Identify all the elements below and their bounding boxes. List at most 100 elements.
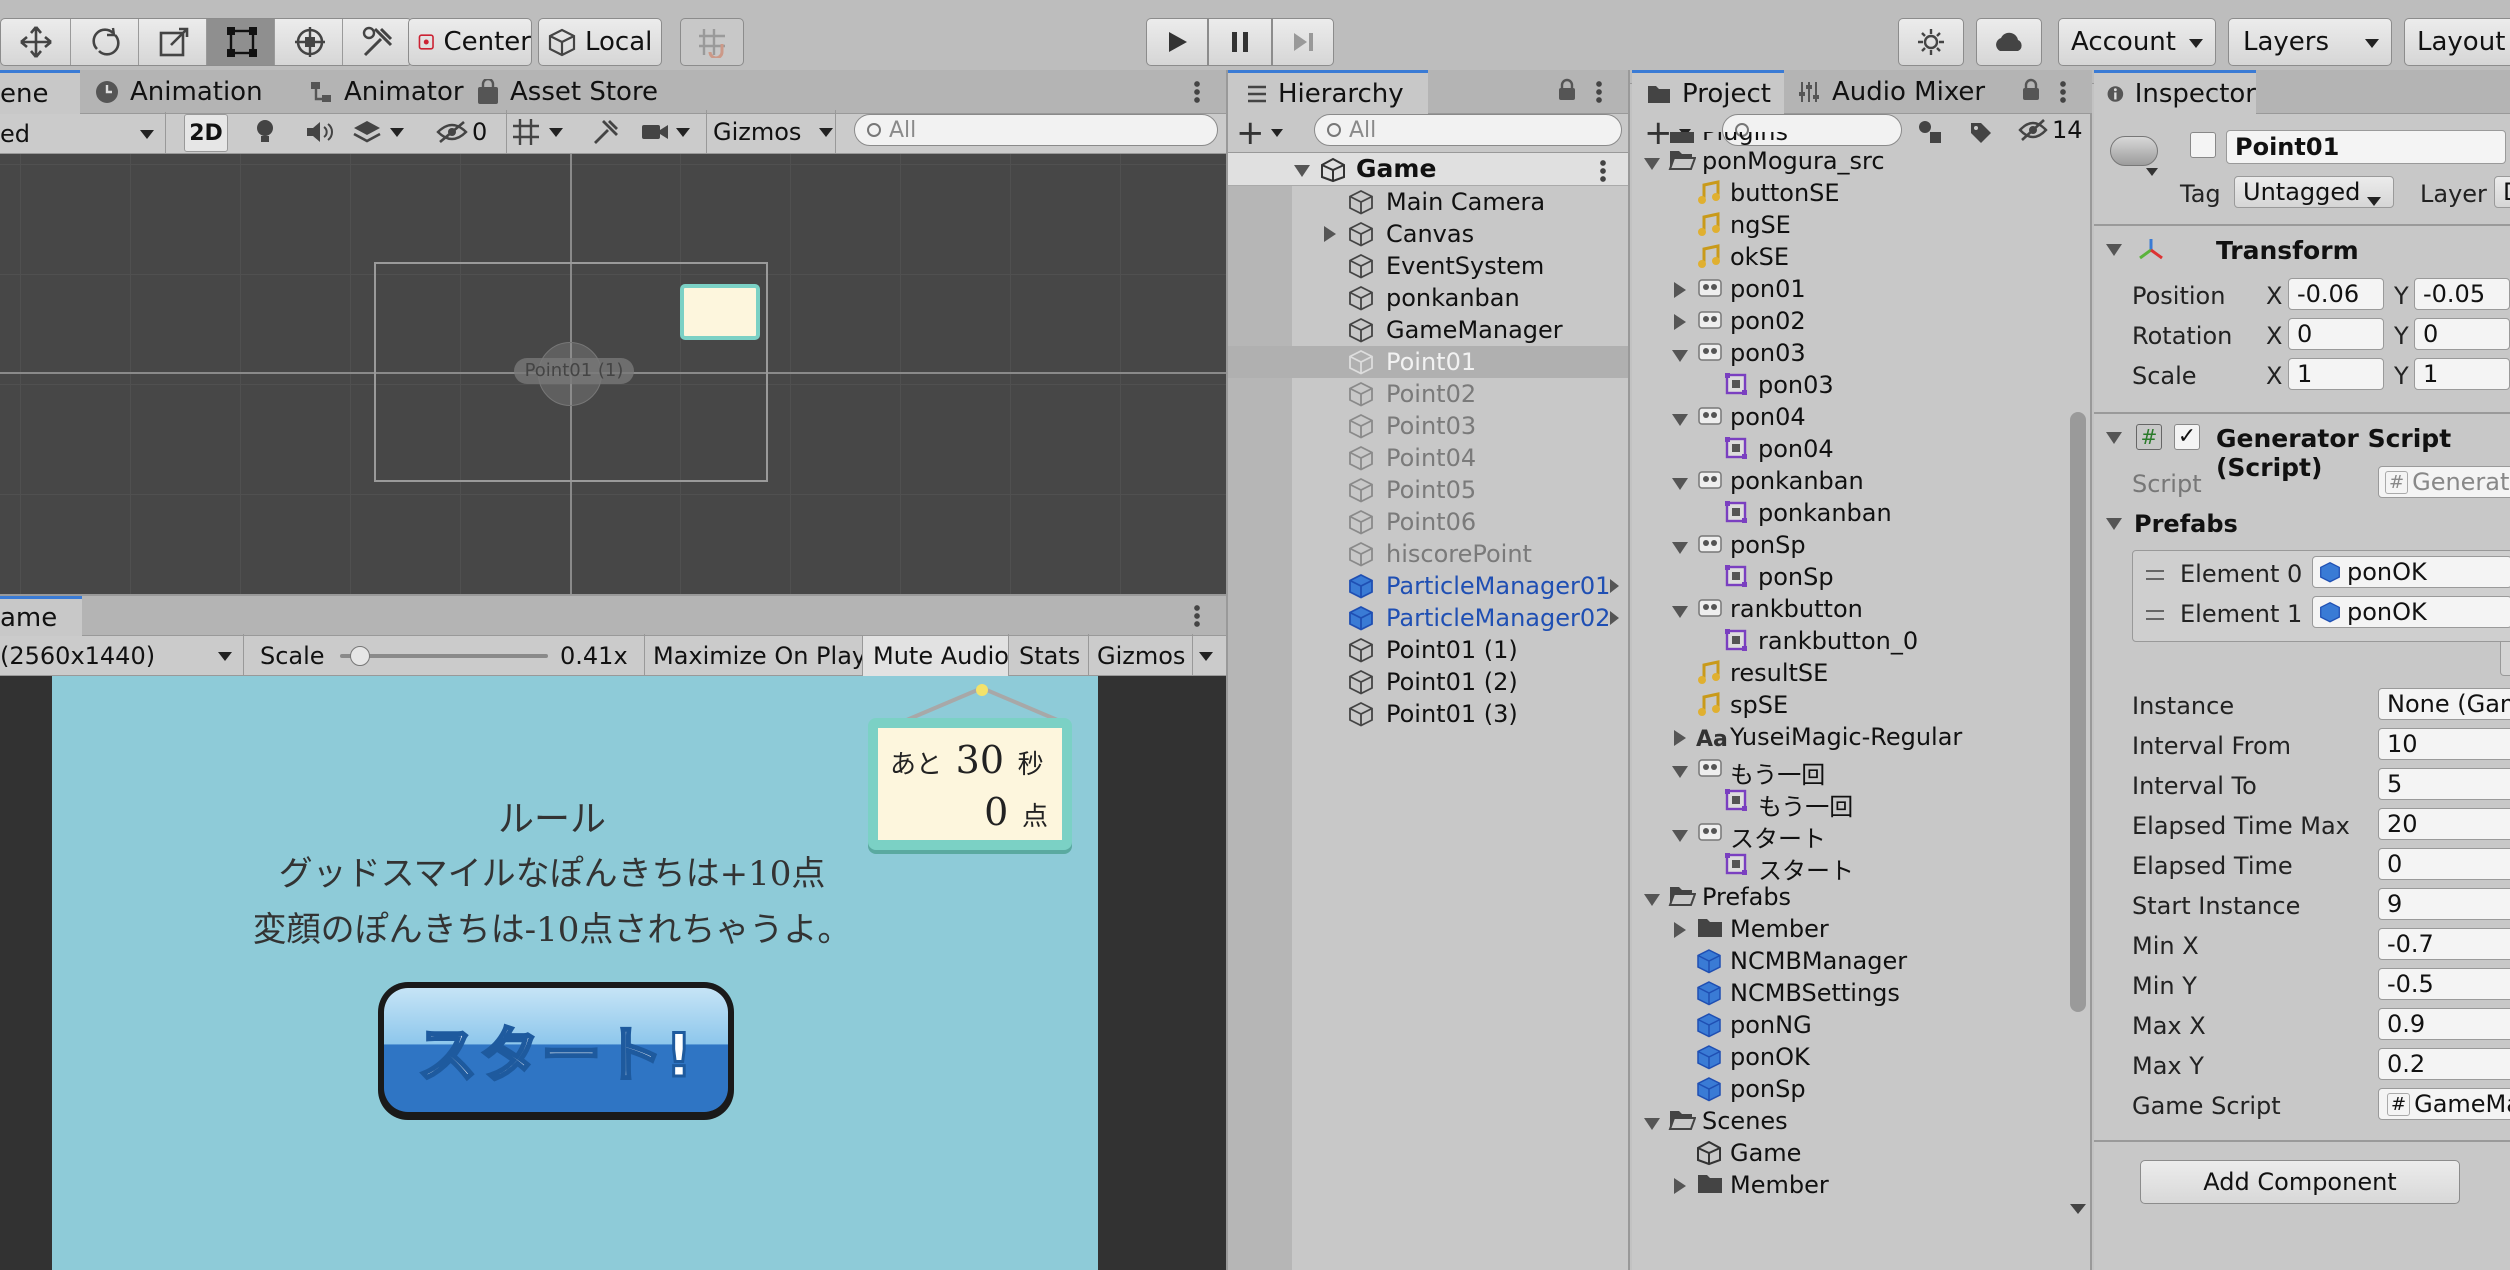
project-item[interactable]: ponkanban <box>1640 498 2064 530</box>
drag-handle-icon[interactable] <box>2146 570 2164 580</box>
chevron-down-icon[interactable] <box>1672 350 1688 362</box>
hierarchy-item[interactable]: Point01 <box>1228 346 1628 378</box>
script-field-value[interactable]: #GameMa <box>2378 1088 2510 1120</box>
project-item[interactable]: spSE <box>1640 690 2064 722</box>
effects-toggle[interactable] <box>352 110 408 154</box>
chevron-down-icon[interactable] <box>1644 1118 1660 1130</box>
project-menu-icon[interactable] <box>2060 80 2066 104</box>
scene-search-input[interactable]: All <box>854 114 1218 146</box>
drag-handle-icon[interactable] <box>2146 610 2164 620</box>
audio-toggle[interactable] <box>304 110 338 154</box>
hierarchy-add-button[interactable]: + <box>1236 116 1290 150</box>
project-item[interactable]: NCMBSettings <box>1640 978 2064 1010</box>
chevron-down-icon[interactable] <box>1644 894 1660 906</box>
tab-asset-store[interactable]: Asset Store <box>476 72 658 112</box>
pivot-center-button[interactable]: Center <box>408 18 532 66</box>
script-field-value[interactable]: 0 <box>2378 848 2510 880</box>
layout-dropdown[interactable]: Layout <box>2404 18 2510 66</box>
hierarchy-item[interactable]: Point01 (2) <box>1292 666 1628 698</box>
project-scrollbar-thumb[interactable] <box>2070 412 2086 1012</box>
scene-tools-button[interactable] <box>592 110 626 154</box>
tab-hierarchy[interactable]: Hierarchy <box>1228 70 1428 114</box>
pause-button[interactable] <box>1208 18 1272 66</box>
project-item[interactable]: okSE <box>1640 242 2064 274</box>
element-object-field[interactable]: ponOK <box>2312 596 2510 628</box>
hierarchy-item[interactable]: Main Camera <box>1292 186 1628 218</box>
rotate-tool-button[interactable] <box>71 19 139 65</box>
services-button[interactable] <box>1898 18 1964 66</box>
project-item[interactable]: NCMBManager <box>1640 946 2064 978</box>
project-item[interactable]: Prefabs <box>1640 882 2064 914</box>
shading-mode-dropdown[interactable]: ed <box>0 112 166 156</box>
hierarchy-item[interactable]: hiscorePoint <box>1292 538 1628 570</box>
transform-y-field[interactable]: -0.05 <box>2414 278 2510 310</box>
transform-x-field[interactable]: 0 <box>2288 318 2384 350</box>
project-item[interactable]: ponSp <box>1640 562 2064 594</box>
list-footer-button[interactable] <box>2500 642 2510 676</box>
rect-tool-button[interactable] <box>207 19 275 65</box>
chevron-right-icon[interactable] <box>1324 226 1336 242</box>
tab-scene[interactable]: ene <box>0 70 80 114</box>
transform-tool-button[interactable] <box>275 19 343 65</box>
pivot-local-button[interactable]: Local <box>538 18 662 66</box>
chevron-down-icon[interactable] <box>1672 830 1688 842</box>
play-button[interactable] <box>1146 18 1208 66</box>
project-item[interactable]: ngSE <box>1640 210 2064 242</box>
kanban-sprite[interactable] <box>680 284 760 340</box>
script-field-value[interactable]: 10 <box>2378 728 2510 760</box>
project-item[interactable]: ponNG <box>1640 1010 2064 1042</box>
hierarchy-search-input[interactable]: All <box>1314 114 1622 146</box>
chevron-down-icon[interactable] <box>1672 542 1688 554</box>
chevron-down-icon[interactable] <box>2106 432 2122 444</box>
scale-slider-track[interactable] <box>340 646 548 666</box>
project-item[interactable]: ponSp <box>1640 530 2064 562</box>
camera-dropdown[interactable] <box>640 110 702 154</box>
layer-dropdown[interactable]: D <box>2494 176 2510 208</box>
hierarchy-item[interactable]: GameManager <box>1292 314 1628 346</box>
chevron-down-icon[interactable] <box>1672 766 1688 778</box>
project-item[interactable]: Game <box>1640 1138 2064 1170</box>
step-button[interactable] <box>1272 18 1334 66</box>
transform-y-field[interactable]: 0 <box>2414 318 2510 350</box>
move-tool-button[interactable] <box>1 19 71 65</box>
chevron-right-icon[interactable] <box>1674 922 1686 938</box>
stats-toggle[interactable]: Stats <box>1008 634 1088 678</box>
mute-audio-toggle[interactable]: Mute Audio <box>862 636 1009 676</box>
scene-panel-menu-icon[interactable] <box>1194 80 1200 104</box>
account-dropdown[interactable]: Account <box>2058 18 2216 66</box>
chevron-down-icon[interactable] <box>1672 478 1688 490</box>
maximize-on-play-toggle[interactable]: Maximize On Play <box>644 634 866 678</box>
project-item[interactable]: もう一回 <box>1640 754 2064 789</box>
gizmos-dropdown[interactable]: Gizmos <box>706 110 836 154</box>
project-item[interactable]: pon03 <box>1640 370 2064 402</box>
prefabs-foldout[interactable]: Prefabs <box>2106 508 2238 540</box>
chevron-down-icon[interactable] <box>2146 168 2158 182</box>
tab-animator[interactable]: Animator <box>308 72 464 112</box>
script-field-value[interactable]: None (Game <box>2378 688 2510 720</box>
element-object-field[interactable]: ponOK <box>2312 556 2510 588</box>
hierarchy-item[interactable]: Point05 <box>1292 474 1628 506</box>
hierarchy-item[interactable]: EventSystem <box>1292 250 1628 282</box>
project-item[interactable]: pon04 <box>1640 434 2064 466</box>
chevron-right-icon[interactable] <box>1674 282 1686 298</box>
hierarchy-item[interactable]: Point01 (1) <box>1292 634 1628 666</box>
transform-x-field[interactable]: 1 <box>2288 358 2384 390</box>
chevron-down-icon[interactable] <box>1672 606 1688 618</box>
tab-animation[interactable]: Animation <box>94 72 263 112</box>
tab-project[interactable]: Project <box>1632 70 1784 114</box>
chevron-right-icon[interactable] <box>1674 314 1686 330</box>
project-item[interactable]: スタート <box>1640 850 2064 885</box>
hierarchy-item[interactable]: Point04 <box>1292 442 1628 474</box>
game-gizmos-toggle[interactable]: Gizmos <box>1088 634 1192 678</box>
game-screen[interactable]: ルール グッドスマイルなぽんきちは+10点 変顔のぽんきちは-10点されちゃうよ… <box>52 676 1098 1270</box>
chevron-down-icon[interactable] <box>2106 244 2122 256</box>
chevron-right-icon[interactable] <box>1674 730 1686 746</box>
project-item[interactable]: スタート <box>1640 818 2064 853</box>
project-item[interactable]: Member <box>1640 914 2064 946</box>
hierarchy-item[interactable]: Point01 (3) <box>1292 698 1628 730</box>
scale-tool-button[interactable] <box>139 19 207 65</box>
hidden-objects-toggle[interactable]: 0 <box>436 110 502 154</box>
gameobject-icon[interactable] <box>2110 136 2158 166</box>
hierarchy-item[interactable]: ParticleManager02 <box>1292 602 1628 634</box>
project-item[interactable]: pon02 <box>1640 306 2064 338</box>
